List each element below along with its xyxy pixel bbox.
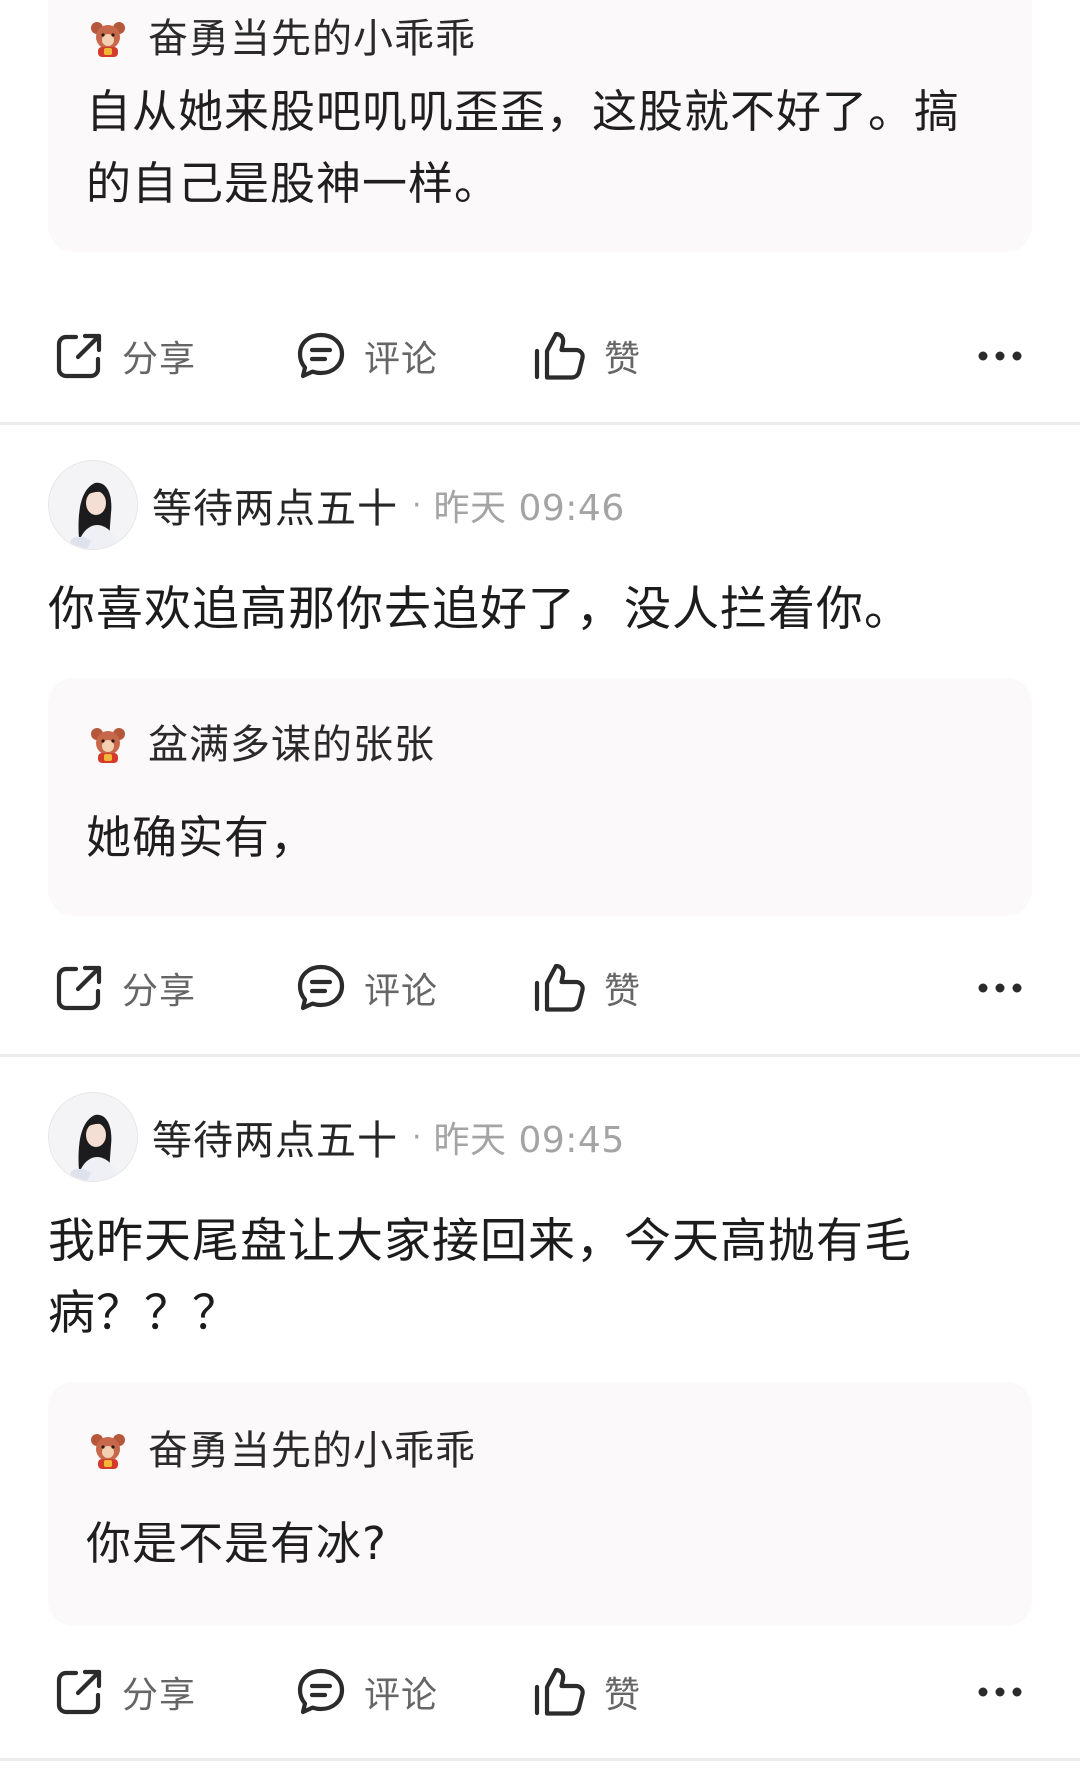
reply-quote-box[interactable]: 盆满多谋的张张 她确实有，	[48, 678, 1032, 916]
divider	[0, 1758, 1080, 1761]
comment-feed: 奋勇当先的小乖乖 自从她来股吧叽叽歪歪，这股就不好了。搞的自己是股神一样。 分享…	[0, 0, 1080, 1791]
post-text[interactable]: 你喜欢追高那你去追好了，没人拦着你。	[48, 574, 1032, 646]
comment-label: 评论	[364, 339, 439, 380]
fortune-bear-icon	[91, 22, 125, 57]
quote-username[interactable]: 盆满多谋的张张	[148, 720, 435, 770]
author-name[interactable]: 等待两点五十	[152, 1108, 398, 1166]
quote-text: 她确实有，	[86, 811, 317, 864]
post-header: 等待两点五十 · 昨天 09:46	[48, 460, 625, 550]
thumbs-up-icon	[534, 331, 585, 380]
post-time: 昨天 09:46	[433, 488, 625, 529]
more-horizontal-icon	[978, 983, 1022, 993]
share-label: 分享	[122, 339, 197, 380]
author-name[interactable]: 等待两点五十	[152, 476, 398, 534]
like-button[interactable]: 赞	[532, 1652, 641, 1732]
fortune-bear-icon	[91, 1434, 125, 1469]
like-label: 赞	[604, 971, 642, 1012]
comment-icon	[297, 1668, 345, 1715]
share-button[interactable]: 分享	[52, 316, 196, 396]
comment-label: 评论	[364, 1675, 439, 1716]
more-horizontal-icon	[978, 351, 1022, 361]
comment-icon	[297, 332, 345, 379]
quote-text: 你是不是有冰?	[86, 1517, 387, 1570]
comment-icon	[297, 964, 345, 1011]
reply-quote-box[interactable]: 奋勇当先的小乖乖 自从她来股吧叽叽歪歪，这股就不好了。搞的自己是股神一样。	[48, 0, 1032, 252]
action-bar: 分享 评论 赞	[0, 948, 1080, 1028]
share-button[interactable]: 分享	[52, 948, 196, 1028]
quote-user: 奋勇当先的小乖乖	[88, 14, 476, 64]
avatar[interactable]	[48, 1092, 138, 1182]
quote-username[interactable]: 奋勇当先的小乖乖	[148, 14, 476, 64]
divider	[0, 1054, 1080, 1057]
avatar-image	[49, 461, 137, 549]
quote-text: 自从她来股吧叽叽歪歪，这股就不好了。搞的自己是股神一样。	[86, 85, 961, 210]
share-icon	[56, 965, 102, 1011]
post-text[interactable]: 我昨天尾盘让大家接回来，今天高抛有毛病？？？	[48, 1206, 1032, 1350]
thumbs-up-icon	[534, 963, 585, 1012]
share-button[interactable]: 分享	[52, 1652, 196, 1732]
more-horizontal-icon	[978, 1687, 1022, 1697]
action-bar: 分享 评论 赞	[0, 1652, 1080, 1732]
more-button[interactable]	[970, 948, 1030, 1028]
more-button[interactable]	[970, 316, 1030, 396]
quote-user: 奋勇当先的小乖乖	[88, 1426, 476, 1476]
share-label: 分享	[122, 1675, 197, 1716]
divider	[0, 422, 1080, 425]
post-time: 昨天 09:45	[433, 1120, 625, 1161]
like-button[interactable]: 赞	[532, 316, 641, 396]
comment-button[interactable]: 评论	[294, 948, 438, 1028]
share-label: 分享	[122, 971, 197, 1012]
fortune-bear-icon	[91, 728, 125, 763]
thumbs-up-icon	[534, 1667, 585, 1716]
like-button[interactable]: 赞	[532, 948, 641, 1028]
share-icon	[56, 1669, 102, 1715]
meta-separator: ·	[412, 1119, 422, 1155]
share-icon	[56, 333, 102, 379]
action-bar: 分享 评论 赞	[0, 316, 1080, 396]
comment-button[interactable]: 评论	[294, 316, 438, 396]
like-label: 赞	[604, 339, 642, 380]
avatar-image	[49, 1093, 137, 1181]
avatar[interactable]	[48, 460, 138, 550]
more-button[interactable]	[970, 1652, 1030, 1732]
comment-button[interactable]: 评论	[294, 1652, 438, 1732]
reply-quote-box[interactable]: 奋勇当先的小乖乖 你是不是有冰?	[48, 1382, 1032, 1626]
like-label: 赞	[604, 1675, 642, 1716]
quote-user: 盆满多谋的张张	[88, 720, 435, 770]
post-header: 等待两点五十 · 昨天 09:45	[48, 1092, 625, 1182]
meta-separator: ·	[412, 487, 422, 523]
quote-username[interactable]: 奋勇当先的小乖乖	[148, 1426, 476, 1476]
comment-label: 评论	[364, 971, 439, 1012]
